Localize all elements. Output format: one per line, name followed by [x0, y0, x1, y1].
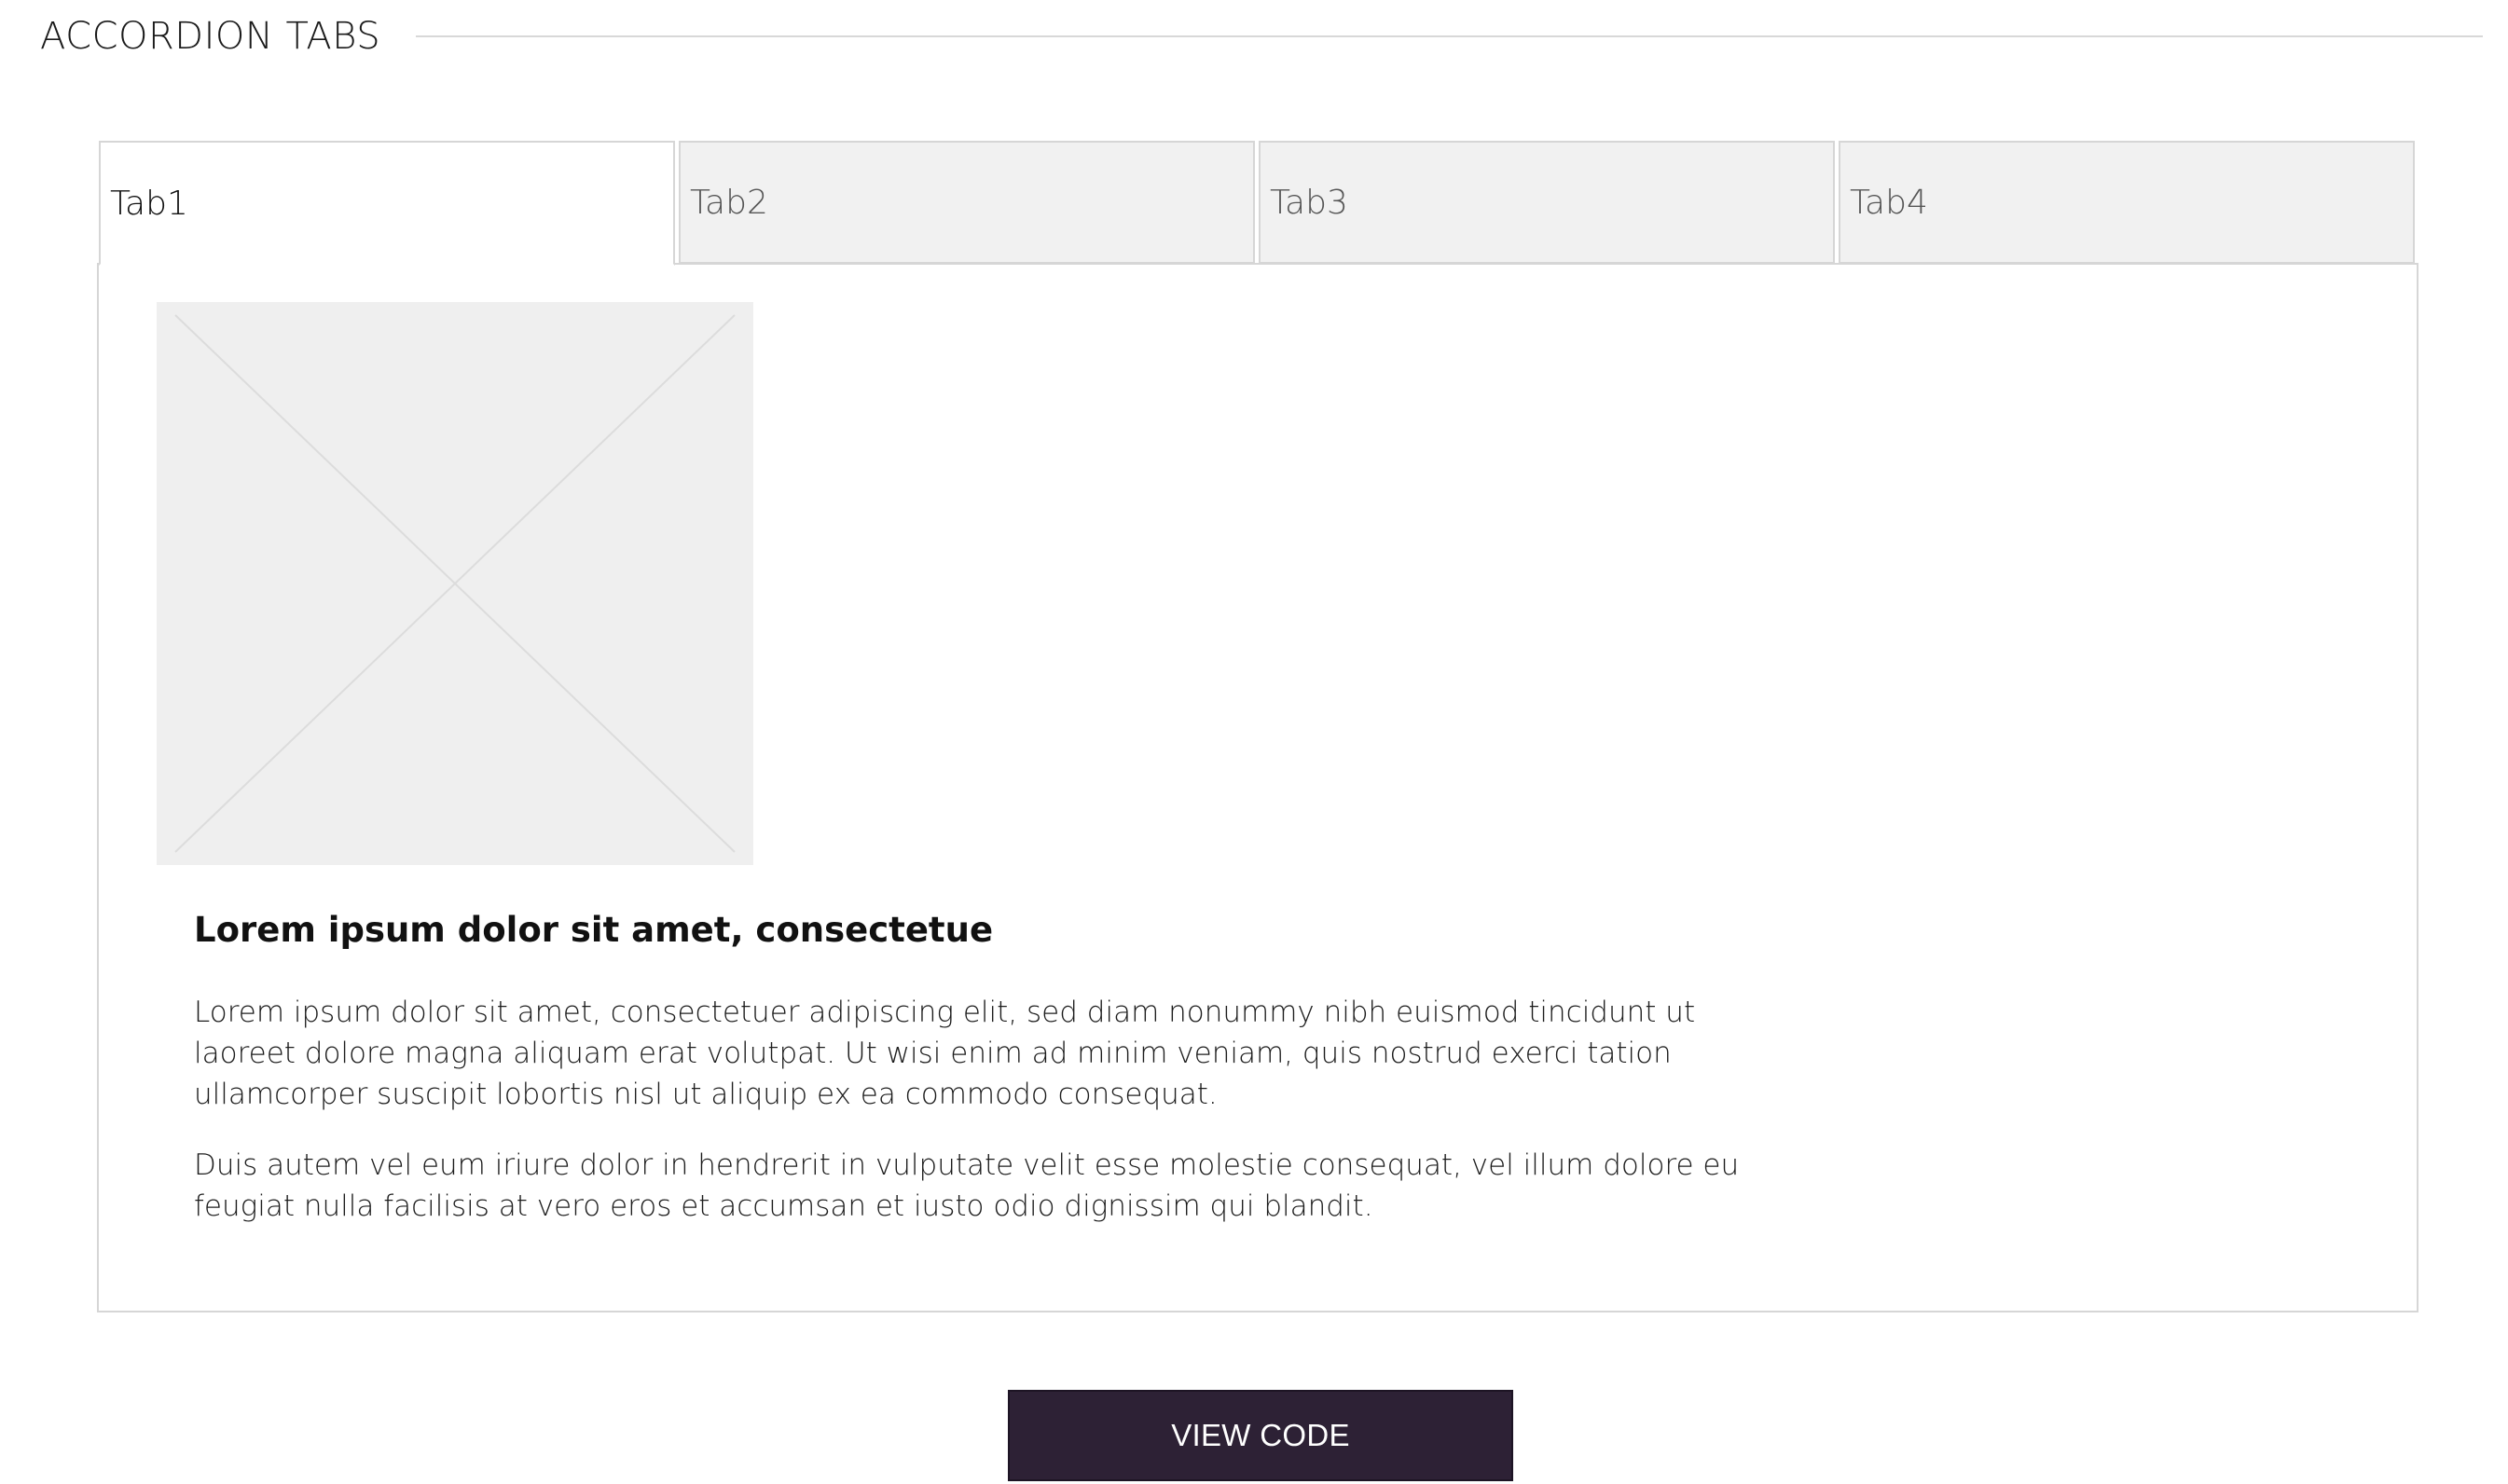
tab-bar: Tab1 Tab2 Tab3 Tab4 — [99, 141, 2415, 266]
tab-4[interactable]: Tab4 — [1839, 141, 2415, 264]
tab-3[interactable]: Tab3 — [1259, 141, 1835, 264]
section-divider — [416, 35, 2483, 37]
tab-panel: Lorem ipsum dolor sit amet, consectetue … — [97, 263, 2418, 1312]
image-placeholder-icon — [157, 302, 753, 865]
tab-1[interactable]: Tab1 — [99, 141, 675, 266]
content-paragraph: Lorem ipsum dolor sit amet, consectetuer… — [194, 996, 1696, 1111]
tab-label: Tab4 — [1850, 183, 1928, 222]
section-header: ACCORDION TABS — [40, 11, 2483, 62]
tab-label: Tab2 — [690, 183, 768, 222]
tab-label: Tab1 — [110, 184, 188, 223]
view-code-label: VIEW CODE — [1171, 1418, 1350, 1452]
content-paragraph: Duis autem vel eum iriure dolor in hendr… — [194, 1148, 1740, 1223]
content-heading: Lorem ipsum dolor sit amet, consectetue — [194, 910, 994, 950]
section-title: ACCORDION TABS — [40, 15, 381, 58]
tab-label: Tab3 — [1270, 183, 1348, 222]
view-code-button[interactable]: VIEW CODE — [1008, 1390, 1513, 1481]
tab-2[interactable]: Tab2 — [679, 141, 1255, 264]
